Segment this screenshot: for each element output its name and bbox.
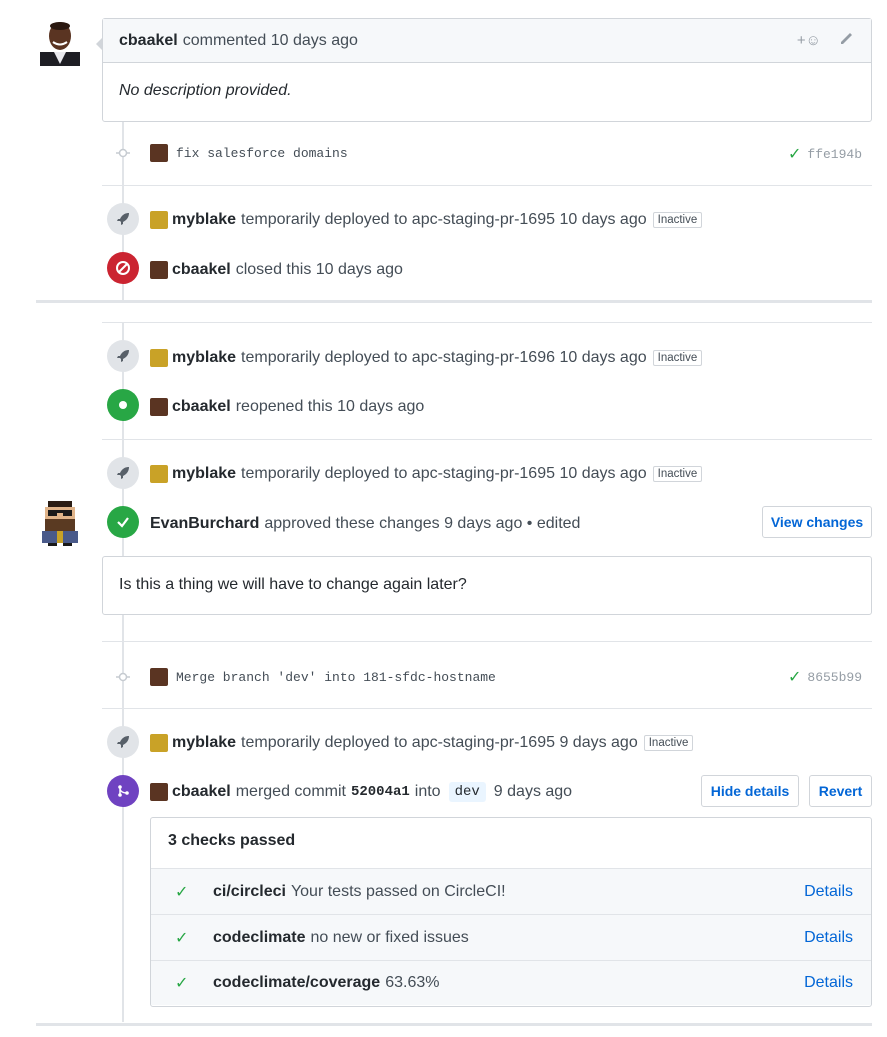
edit-pencil-icon[interactable] xyxy=(839,30,855,51)
avatar-cbaakel-small[interactable] xyxy=(150,261,168,279)
details-link[interactable]: Details xyxy=(804,883,853,901)
git-commit-icon xyxy=(116,670,130,684)
event-actor[interactable]: cbaakel xyxy=(172,398,231,416)
check-item: ✓ codeclimate no new or fixed issues Det… xyxy=(151,914,871,961)
divider xyxy=(102,641,872,642)
divider xyxy=(102,185,872,186)
comment-meta: commented 10 days ago xyxy=(182,31,358,49)
avatar-cbaakel[interactable] xyxy=(36,18,84,66)
event-text: closed this 10 days ago xyxy=(235,261,403,278)
check-icon: ✓ xyxy=(175,884,189,901)
check-icon[interactable]: ✓ xyxy=(788,667,801,687)
check-icon[interactable]: ✓ xyxy=(788,144,801,164)
commit-row: Merge branch 'dev' into 181-sfdc-hostnam… xyxy=(150,665,496,689)
avatar-cbaakel-small[interactable] xyxy=(150,668,168,686)
merged-commit-sha[interactable]: 52004a1 xyxy=(351,784,410,800)
check-icon: ✓ xyxy=(175,930,189,947)
comment-body: No description provided. xyxy=(119,82,292,99)
commit-status: ✓ ffe194b xyxy=(788,144,862,164)
check-name: ci/circleci xyxy=(213,883,286,900)
merged-event: cbaakel merged commit 52004a1 into dev 9… xyxy=(150,780,572,804)
merged-icon xyxy=(107,775,139,807)
rocket-icon xyxy=(107,203,139,235)
event-text: temporarily deployed to apc-staging-pr-1… xyxy=(241,349,647,366)
review-text: approved these changes 9 days ago • edit… xyxy=(264,515,581,532)
event-text: temporarily deployed to apc-staging-pr-1… xyxy=(241,211,647,228)
check-name: codeclimate/coverage xyxy=(213,974,381,991)
avatar-evanburchard[interactable] xyxy=(36,498,84,546)
review-author[interactable]: EvanBurchard xyxy=(150,515,259,533)
avatar-myblake-small[interactable] xyxy=(150,734,168,752)
check-icon: ✓ xyxy=(175,975,189,992)
event-text: temporarily deployed to apc-staging-pr-1… xyxy=(241,734,638,751)
commit-message[interactable]: fix salesforce domains xyxy=(176,146,348,161)
status-badge: Inactive xyxy=(652,466,703,482)
event-text: temporarily deployed to apc-staging-pr-1… xyxy=(241,465,647,482)
approved-check-icon xyxy=(107,506,139,538)
comment-author[interactable]: cbaakel xyxy=(119,32,178,50)
rocket-icon xyxy=(107,726,139,758)
check-name: codeclimate xyxy=(213,929,306,946)
rocket-icon xyxy=(107,340,139,372)
revert-button[interactable]: Revert xyxy=(809,775,872,807)
divider xyxy=(102,708,872,709)
comment-box: cbaakel commented 10 days ago +☺ No desc… xyxy=(102,18,872,122)
avatar-cbaakel-small[interactable] xyxy=(150,783,168,801)
branch-name[interactable]: dev xyxy=(448,782,486,802)
details-link[interactable]: Details xyxy=(804,974,853,992)
avatar-myblake-small[interactable] xyxy=(150,211,168,229)
event-actor[interactable]: cbaakel xyxy=(172,261,231,279)
deploy-event: myblake temporarily deployed to apc-stag… xyxy=(150,346,703,370)
section-divider xyxy=(36,300,872,303)
checks-summary: 3 checks passed xyxy=(168,832,296,849)
check-desc: 63.63% xyxy=(385,974,440,991)
status-badge: Inactive xyxy=(643,735,694,751)
event-text: reopened this 10 days ago xyxy=(235,398,425,415)
rocket-icon xyxy=(107,457,139,489)
avatar-cbaakel-small[interactable] xyxy=(150,398,168,416)
commit-status: ✓ 8655b99 xyxy=(788,667,862,687)
check-desc: Your tests passed on CircleCI! xyxy=(290,883,506,900)
commit-sha[interactable]: 8655b99 xyxy=(807,670,862,685)
check-item: ✓ ci/circleci Your tests passed on Circl… xyxy=(151,868,871,915)
event-actor[interactable]: cbaakel xyxy=(172,783,231,801)
commit-row: fix salesforce domains xyxy=(150,141,348,165)
deploy-event: myblake temporarily deployed to apc-stag… xyxy=(150,208,703,232)
event-actor[interactable]: myblake xyxy=(172,349,236,367)
reopened-event: cbaakel reopened this 10 days ago xyxy=(150,395,424,419)
reopened-icon xyxy=(107,389,139,421)
divider xyxy=(102,439,872,440)
event-time: 9 days ago xyxy=(493,783,573,800)
avatar-myblake-small[interactable] xyxy=(150,349,168,367)
add-reaction-icon[interactable]: +☺ xyxy=(797,32,821,49)
event-actor[interactable]: myblake xyxy=(172,211,236,229)
event-actor[interactable]: myblake xyxy=(172,734,236,752)
section-divider xyxy=(36,1023,872,1026)
status-badge: Inactive xyxy=(652,212,703,228)
review-event: EvanBurchard approved these changes 9 da… xyxy=(150,512,580,536)
commit-sha[interactable]: ffe194b xyxy=(807,147,862,162)
deploy-event: myblake temporarily deployed to apc-stag… xyxy=(150,731,694,755)
divider xyxy=(102,322,872,323)
check-desc: no new or fixed issues xyxy=(310,929,469,946)
closed-event: cbaakel closed this 10 days ago xyxy=(150,258,403,282)
review-body: Is this a thing we will have to change a… xyxy=(119,576,467,593)
check-item: ✓ codeclimate/coverage 63.63% Details xyxy=(151,960,871,1005)
closed-icon xyxy=(107,252,139,284)
details-link[interactable]: Details xyxy=(804,929,853,947)
commit-message[interactable]: Merge branch 'dev' into 181-sfdc-hostnam… xyxy=(176,670,496,685)
git-commit-icon xyxy=(116,146,130,160)
event-actor[interactable]: myblake xyxy=(172,465,236,483)
view-changes-button[interactable]: View changes xyxy=(762,506,872,538)
comment-header: cbaakel commented 10 days ago +☺ xyxy=(103,19,871,63)
deploy-event: myblake temporarily deployed to apc-stag… xyxy=(150,462,703,486)
event-text: merged commit xyxy=(235,783,346,800)
event-text: into xyxy=(414,783,441,800)
review-comment-box: Is this a thing we will have to change a… xyxy=(102,556,872,615)
avatar-cbaakel-small[interactable] xyxy=(150,144,168,162)
avatar-myblake-small[interactable] xyxy=(150,465,168,483)
status-badge: Inactive xyxy=(652,350,703,366)
hide-details-button[interactable]: Hide details xyxy=(701,775,799,807)
